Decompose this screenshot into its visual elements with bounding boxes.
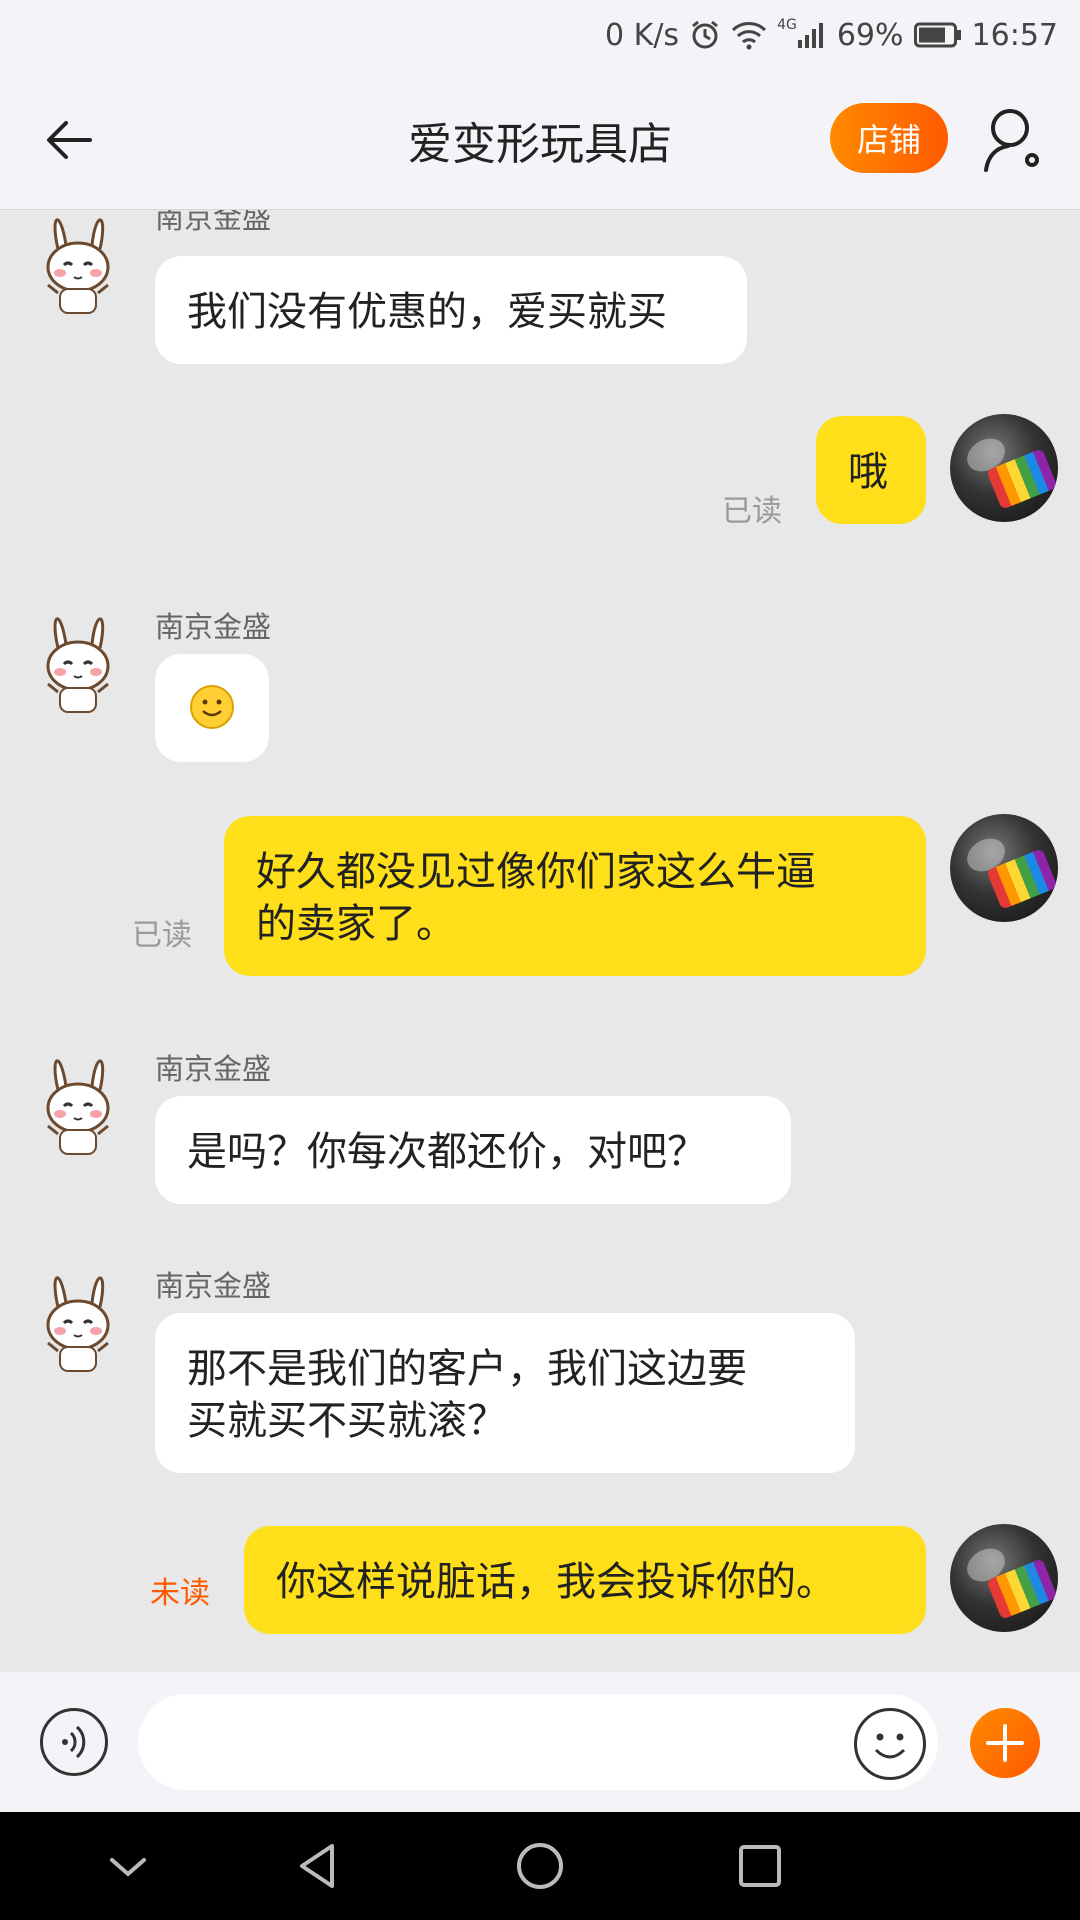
more-options-button[interactable]: [970, 1708, 1040, 1778]
sender-name: 南京金盛: [155, 1052, 272, 1086]
unread-status: 未读: [150, 1576, 210, 1611]
signal-icon: 4G: [777, 17, 827, 50]
message-text: 我们没有优惠的，爱买就买: [187, 289, 667, 335]
outgoing-message-bubble[interactable]: 哦: [816, 416, 926, 524]
recents-button[interactable]: [730, 1836, 790, 1896]
message-text: 是吗？你每次都还价，对吧？: [187, 1129, 707, 1175]
message-text: 哦: [848, 449, 888, 495]
network-type: 4G: [777, 17, 797, 33]
battery-percent: 69%: [836, 17, 904, 53]
incoming-message-bubble[interactable]: 是吗？你每次都还价，对吧？: [155, 1096, 791, 1204]
network-speed: 0 K/s: [605, 17, 680, 53]
user-avatar[interactable]: [950, 814, 1058, 922]
read-status: 已读: [722, 494, 782, 529]
incoming-message-bubble[interactable]: 那不是我们的客户，我们这边要 买就买不买就滚？: [155, 1313, 855, 1473]
back-nav-button[interactable]: [290, 1836, 350, 1896]
emoji-icon: [874, 1733, 906, 1759]
system-navigation-bar: [0, 1812, 1080, 1920]
message-input[interactable]: [138, 1694, 938, 1790]
voice-button[interactable]: [40, 1708, 108, 1776]
user-settings-icon: [984, 109, 1039, 172]
shop-button[interactable]: 店铺: [830, 103, 948, 173]
seller-avatar[interactable]: [30, 210, 126, 317]
recents-square-icon: [739, 1845, 781, 1887]
chat-header: 爱变形玩具店 店铺: [0, 70, 1080, 210]
collapse-icon: [110, 1858, 146, 1877]
message-input-bar: [0, 1672, 1080, 1812]
user-avatar[interactable]: [950, 1524, 1058, 1632]
battery-icon: [913, 22, 962, 48]
emoji-button[interactable]: [854, 1708, 926, 1780]
alarm-icon: [689, 19, 721, 51]
user-avatar[interactable]: [950, 414, 1058, 522]
sender-name: 南京金盛: [155, 1269, 272, 1303]
chat-messages[interactable]: 南京金盛 我们没有优惠的，爱买就买 已读 哦 南京金盛 已读 好久都没见过像你们…: [0, 210, 1080, 1672]
sender-name: 南京金盛: [155, 610, 272, 644]
outgoing-message-bubble[interactable]: 好久都没见过像你们家这么牛逼 的卖家了。: [224, 816, 926, 976]
message-text-line: 好久都没见过像你们家这么牛逼: [256, 849, 816, 895]
clock: 16:57: [971, 17, 1058, 53]
incoming-message-bubble[interactable]: 我们没有优惠的，爱买就买: [155, 256, 747, 364]
back-triangle-icon: [300, 1844, 334, 1888]
collapse-button[interactable]: [98, 1836, 158, 1896]
status-bar: 0 K/s 4G 69% 16:57: [0, 0, 1080, 70]
seller-avatar[interactable]: [30, 604, 126, 716]
read-status: 已读: [132, 918, 192, 953]
seller-avatar[interactable]: [30, 1263, 126, 1375]
message-text-line: 买就买不买就滚？: [187, 1398, 507, 1444]
home-circle-icon: [517, 1843, 563, 1889]
plus-icon: [986, 1724, 1024, 1762]
voice-icon: [62, 1725, 86, 1759]
message-text: 你这样说脏话，我会投诉你的。: [276, 1559, 836, 1605]
home-button[interactable]: [510, 1836, 570, 1896]
message-text-line: 的卖家了。: [256, 901, 456, 947]
profile-settings-button[interactable]: [980, 104, 1044, 174]
message-text-line: 那不是我们的客户，我们这边要: [187, 1346, 747, 1392]
smile-emoji: [190, 685, 234, 729]
incoming-message-bubble[interactable]: [155, 654, 269, 762]
outgoing-message-bubble[interactable]: 你这样说脏话，我会投诉你的。: [244, 1526, 926, 1634]
seller-avatar[interactable]: [30, 1046, 126, 1158]
sender-name: 南京金盛: [155, 210, 272, 235]
wifi-icon: [731, 20, 767, 50]
